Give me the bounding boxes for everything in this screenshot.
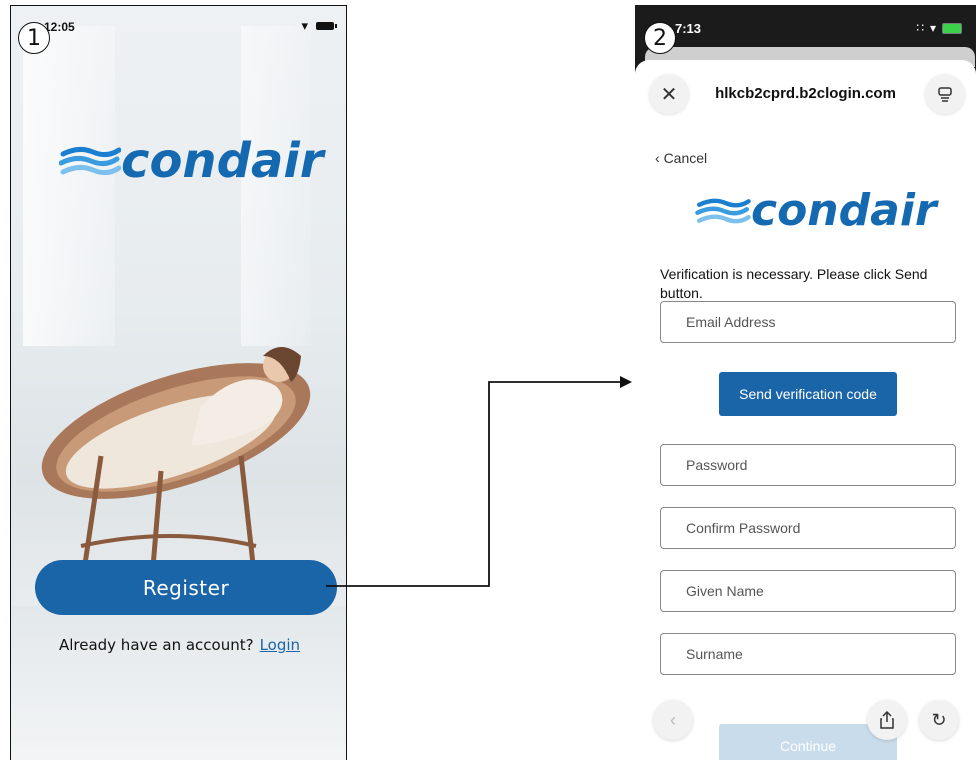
step-1-badge: 1 xyxy=(18,22,50,54)
chevron-left-icon: ‹ xyxy=(670,709,676,730)
logo-wave-icon xyxy=(695,198,751,223)
browser-sheet: ✕ hlkcb2cprd.b2clogin.com ‹ Cancel conda… xyxy=(635,60,976,760)
reader-button[interactable] xyxy=(925,74,965,114)
step-2-badge: 2 xyxy=(644,22,676,54)
send-verification-code-button[interactable]: Send verification code xyxy=(719,372,897,416)
login-prompt: Already have an account? Login xyxy=(11,636,346,654)
reload-button[interactable]: ↻ xyxy=(919,700,959,740)
email-field[interactable]: Email Address xyxy=(660,301,956,343)
wifi-icon: ▾ xyxy=(929,21,936,35)
status-icons: ▾ xyxy=(301,18,337,34)
signup-screen: 7:13 ∷ ▾ ✕ hlkcb2cprd.b2clogin.com ‹ Can… xyxy=(635,5,976,760)
share-button[interactable] xyxy=(867,700,907,740)
cancel-label: Cancel xyxy=(663,150,708,166)
status-icons: ∷ ▾ xyxy=(916,21,962,35)
login-prompt-text: Already have an account? xyxy=(58,636,254,654)
cancel-link[interactable]: ‹ Cancel xyxy=(655,150,707,166)
chevron-left-icon: ‹ xyxy=(655,150,660,166)
password-field[interactable]: Password xyxy=(660,444,956,486)
share-icon xyxy=(880,711,894,729)
browser-url-bar: ✕ hlkcb2cprd.b2clogin.com xyxy=(635,60,976,128)
logo-text: condair xyxy=(121,133,324,189)
wifi-icon: ▾ xyxy=(301,18,308,33)
login-link[interactable]: Login xyxy=(260,636,300,654)
woman-in-chair-image xyxy=(41,347,311,592)
logo-text: condair xyxy=(751,185,937,236)
reload-icon: ↻ xyxy=(931,709,947,730)
background-floor xyxy=(11,606,346,760)
verification-message: Verification is necessary. Please click … xyxy=(660,266,928,301)
confirm-password-field[interactable]: Confirm Password xyxy=(660,507,956,549)
signal-icon: ∷ xyxy=(916,21,924,35)
battery-icon xyxy=(316,22,337,30)
battery-icon xyxy=(942,22,962,34)
given-name-field[interactable]: Given Name xyxy=(660,570,956,612)
register-screen: 12:05 ▾ condair Register Already have an… xyxy=(10,5,347,760)
register-button[interactable]: Register xyxy=(35,560,337,615)
status-time: 7:13 xyxy=(675,21,702,36)
logo-wave-icon xyxy=(59,146,121,176)
surname-field[interactable]: Surname xyxy=(660,633,956,675)
condair-logo: condair xyxy=(695,185,937,236)
condair-logo: condair xyxy=(59,133,323,189)
browser-back-button[interactable]: ‹ xyxy=(653,700,693,740)
reader-icon xyxy=(938,87,952,102)
